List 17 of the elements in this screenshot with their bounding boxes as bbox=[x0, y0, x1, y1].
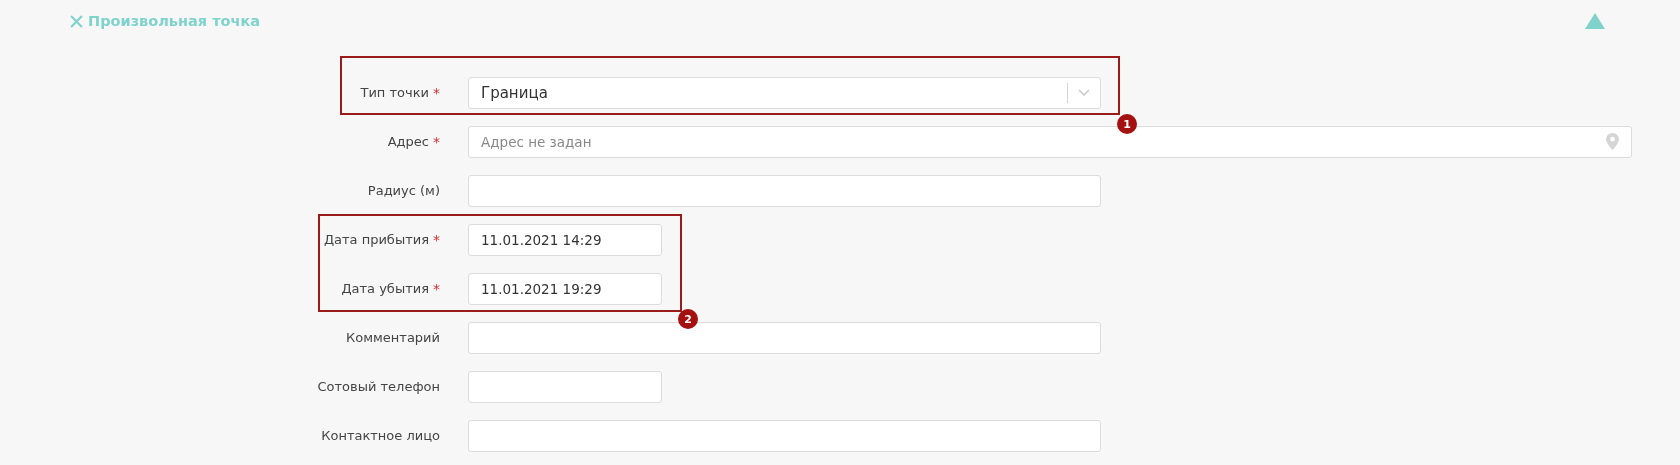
field-label: Дата убытия bbox=[341, 281, 429, 296]
field-label: Адрес bbox=[387, 134, 429, 149]
field-label: Контактное лицо bbox=[321, 428, 440, 443]
step-badge: 1 bbox=[1117, 114, 1137, 134]
required-mark: * bbox=[433, 280, 440, 297]
field-label: Дата прибытия bbox=[323, 232, 429, 247]
input-field[interactable]: 11.01.2021 14:29 bbox=[468, 223, 662, 256]
step-badge: 2 bbox=[678, 309, 698, 329]
field-label: Радиус (м) bbox=[367, 183, 440, 198]
required-mark: * bbox=[433, 133, 440, 150]
dropdown[interactable]: Граница bbox=[468, 76, 1101, 109]
field-label: Сотовый телефон bbox=[317, 379, 440, 394]
input-field[interactable]: 11.01.2021 19:29 bbox=[468, 272, 662, 305]
required-mark: * bbox=[433, 84, 440, 101]
field-label: Тип точки bbox=[360, 85, 429, 100]
required-mark: * bbox=[433, 231, 440, 248]
field-label: Комментарий bbox=[346, 330, 440, 345]
